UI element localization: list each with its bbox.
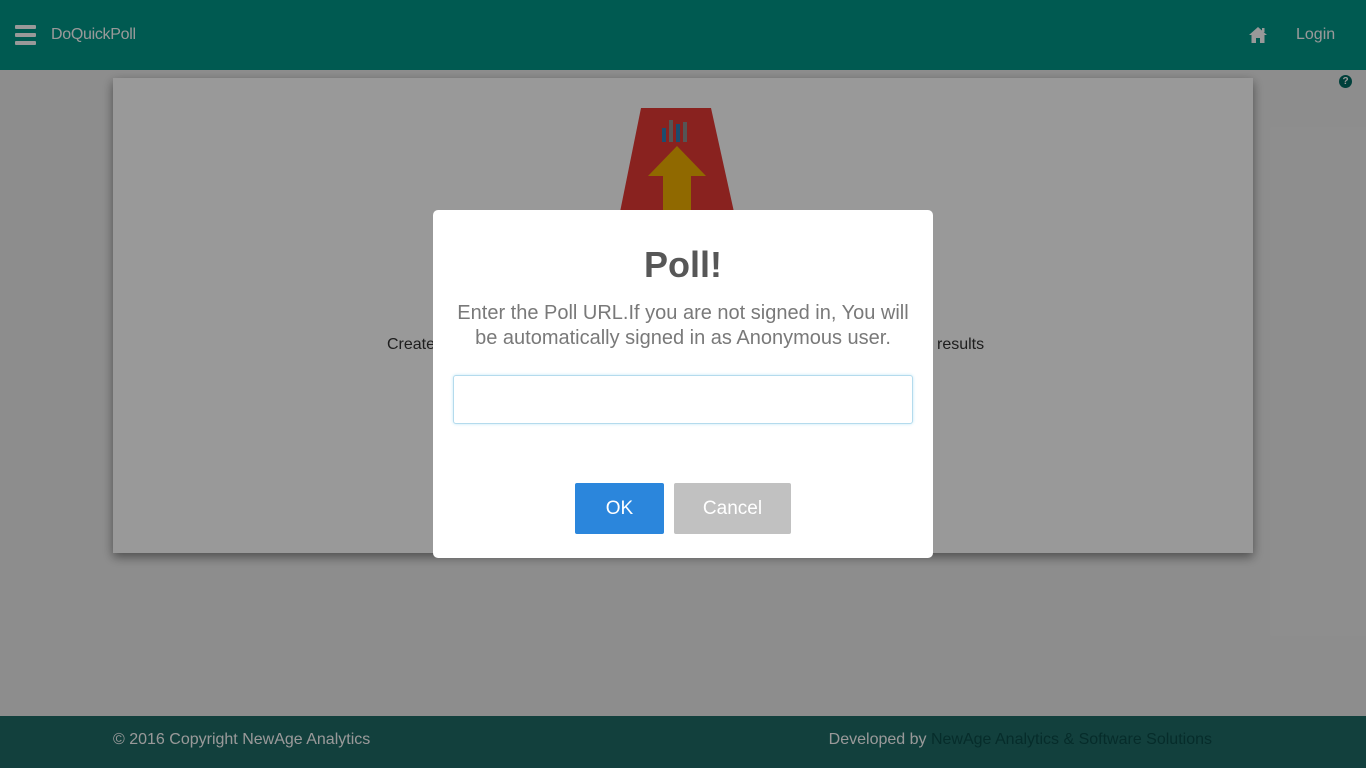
ok-button[interactable]: OK [575,483,664,534]
dialog-message: Enter the Poll URL.If you are not signed… [457,302,909,349]
poll-url-dialog: Poll! Enter the Poll URL.If you are not … [433,210,933,558]
cancel-button[interactable]: Cancel [674,483,791,534]
dialog-title: Poll! [644,244,722,285]
poll-url-input[interactable] [453,375,913,424]
